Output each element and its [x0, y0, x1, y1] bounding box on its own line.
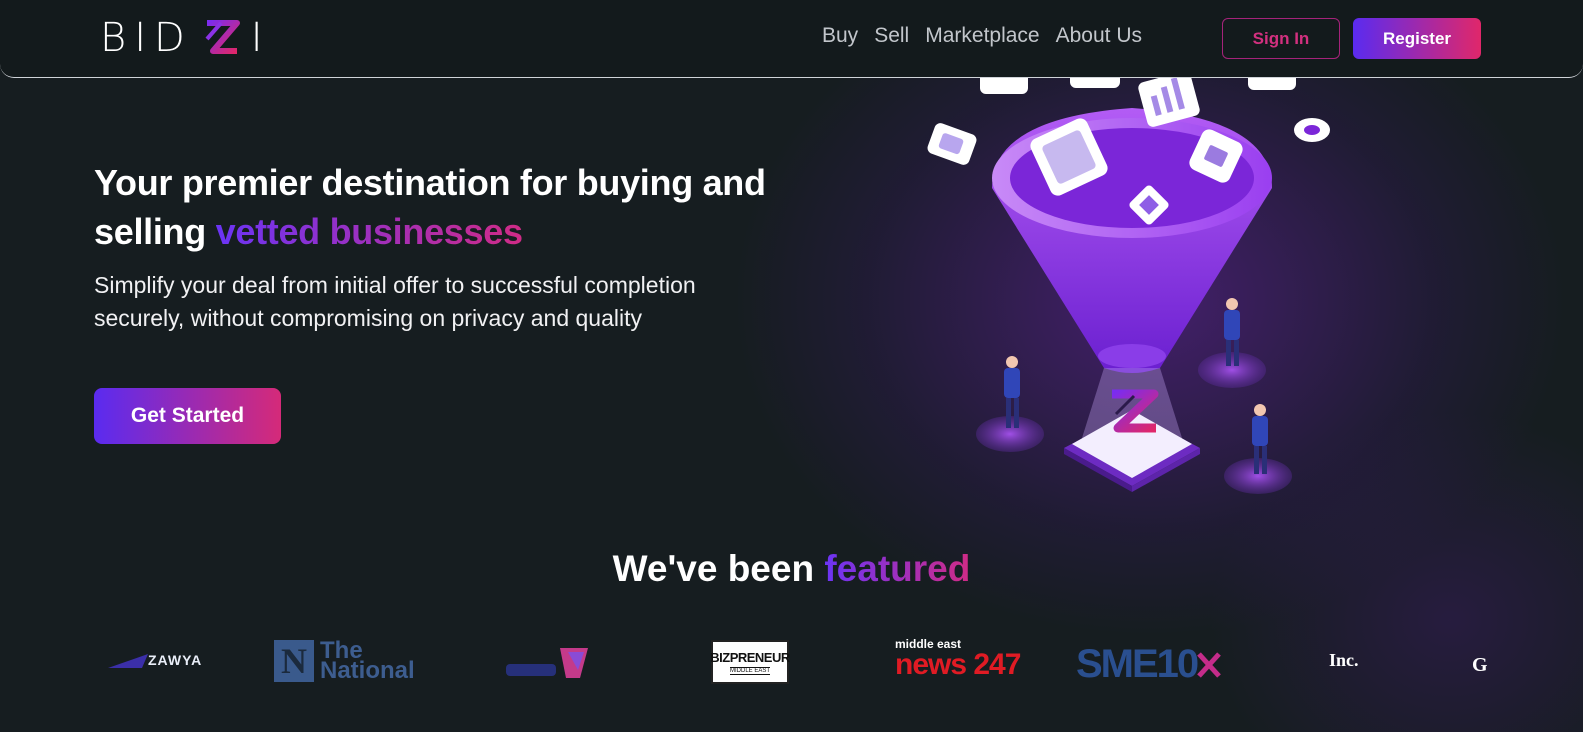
g-logo[interactable]: G	[1472, 654, 1488, 677]
logo-text-left: BID	[100, 15, 193, 61]
national-n-box: N	[274, 640, 314, 682]
hero-title-highlight: vetted businesses	[215, 211, 523, 252]
nav-buy[interactable]: Buy	[822, 24, 858, 48]
the-national-logo[interactable]: N The National	[274, 639, 415, 684]
sme10x-logo[interactable]: SME10	[1076, 642, 1222, 687]
platform	[1064, 410, 1200, 492]
person-left-icon	[976, 356, 1044, 452]
sign-in-button[interactable]: Sign In	[1222, 18, 1340, 59]
nav-about-us[interactable]: About Us	[1056, 24, 1142, 48]
funnel-spout	[1098, 344, 1166, 368]
inc-logo[interactable]: Inc.	[1329, 650, 1359, 671]
zawya-logo[interactable]: ZAWYA	[108, 652, 202, 668]
ring-icon	[1294, 118, 1330, 142]
featured-title: We've been featured	[0, 548, 1583, 590]
national-word-line2: National	[320, 657, 415, 684]
get-started-button[interactable]: Get Started	[94, 388, 281, 444]
person-right-bottom-icon	[1224, 404, 1292, 494]
person-right-top-icon	[1198, 298, 1266, 388]
bizpreneur-subtitle: MIDDLE EAST	[729, 666, 770, 675]
card-top-left-icon	[980, 78, 1028, 94]
featured-title-highlight: featured	[824, 548, 971, 589]
zawya-swoosh-icon	[108, 654, 148, 668]
site-header: BID I Buy Sell Marketplace About Us Sign…	[0, 0, 1583, 78]
phone-card-icon	[927, 123, 977, 165]
press-logos-row: ZAWYA N The National BIZPRENEUR MIDDLE E…	[0, 630, 1583, 700]
sme10x-x-mark-icon	[1197, 651, 1222, 678]
card-top-mid-icon	[1070, 78, 1120, 88]
zawya-wordmark: ZAWYA	[148, 652, 203, 668]
gulf-news-logo[interactable]	[506, 644, 592, 682]
sme10x-wordmark: SME10	[1076, 642, 1199, 686]
logo-z-mark-icon	[205, 20, 240, 54]
register-button[interactable]: Register	[1353, 18, 1481, 59]
funnel-illustration	[927, 78, 1330, 494]
bizpreneur-logo[interactable]: BIZPRENEUR MIDDLE EAST	[710, 640, 790, 684]
main-nav: Buy Sell Marketplace About Us	[822, 24, 1142, 48]
g-wordmark: G	[1472, 654, 1488, 676]
gulf-logo-mark-icon	[506, 648, 588, 678]
featured-title-plain: We've been	[612, 548, 815, 589]
bidzi-logo[interactable]: BID I	[100, 15, 271, 61]
inc-wordmark: Inc.	[1329, 650, 1359, 670]
news247-wordmark: news 247	[895, 648, 1021, 681]
nav-sell[interactable]: Sell	[874, 24, 909, 48]
logo-text-right: I	[250, 15, 271, 61]
bizpreneur-wordmark: BIZPRENEUR	[710, 649, 790, 665]
nav-marketplace[interactable]: Marketplace	[925, 24, 1039, 48]
news247-logo[interactable]: middle east news 247	[895, 638, 1021, 681]
hero-title: Your premier destination for buying and …	[94, 158, 814, 256]
card-top-right-icon	[1248, 78, 1296, 90]
hero-subtitle: Simplify your deal from initial offer to…	[94, 272, 696, 331]
